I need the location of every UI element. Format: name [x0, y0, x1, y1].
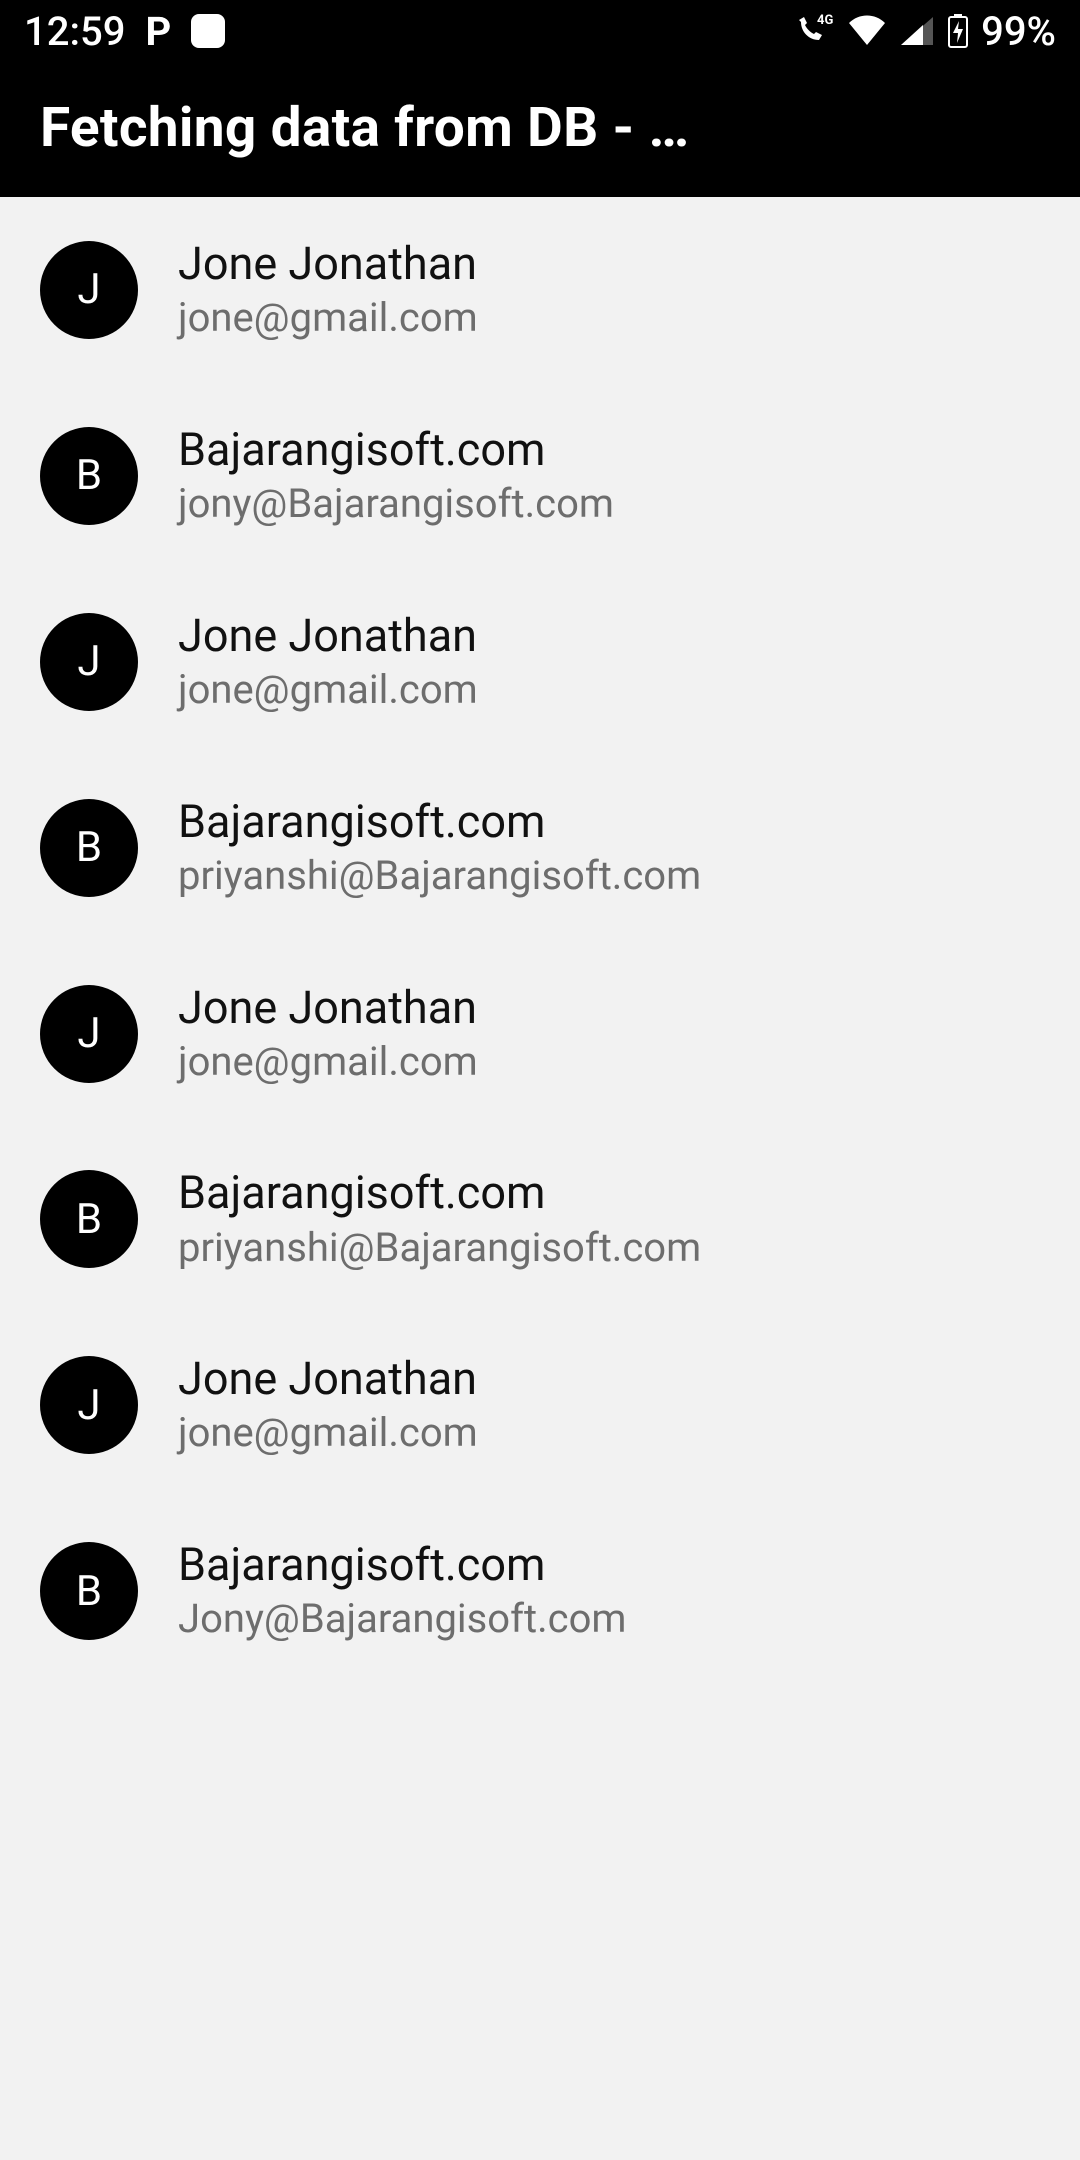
battery-percentage: 99%: [981, 8, 1056, 55]
list-item[interactable]: J Jone Jonathanjone@gmail.com: [0, 569, 1080, 755]
contact-email: jone@gmail.com: [178, 294, 478, 343]
avatar: B: [40, 1170, 138, 1268]
contact-name: Jone Jonathan: [178, 1352, 478, 1405]
list-item-text: Bajarangisoft.comJony@Bajarangisoft.com: [178, 1538, 626, 1644]
list-item-text: Bajarangisoft.compriyanshi@Bajarangisoft…: [178, 795, 701, 901]
contact-name: Bajarangisoft.com: [178, 423, 614, 476]
svg-text:4G: 4G: [817, 14, 833, 28]
list-item-text: Jone Jonathanjone@gmail.com: [178, 981, 478, 1087]
battery-charging-icon: [947, 13, 969, 49]
app-bar: Fetching data from DB - …: [0, 62, 1080, 197]
contact-name: Bajarangisoft.com: [178, 1538, 626, 1591]
cellular-signal-icon: [899, 15, 935, 47]
avatar: J: [40, 241, 138, 339]
contact-email: jone@gmail.com: [178, 666, 478, 715]
contact-email: priyanshi@Bajarangisoft.com: [178, 1224, 701, 1273]
contact-email: jony@Bajarangisoft.com: [178, 480, 614, 529]
list-item[interactable]: B Bajarangisoft.com priyanshi@Bajarangisof…: [0, 1126, 1080, 1312]
status-time: 12:59: [24, 8, 125, 55]
list-item-text: Jone Jonathanjone@gmail.com: [178, 1352, 478, 1458]
contact-list[interactable]: JJone Jonathanjone@gmail.comBBajarangiso…: [0, 197, 1080, 1684]
contact-name: Jone Jonathan: [178, 609, 478, 662]
contact-email: jone@gmail.com: [178, 1409, 478, 1458]
contact-name: Jone Jonathan: [178, 981, 478, 1034]
status-left: 12:59 P: [24, 8, 225, 55]
avatar: J: [40, 613, 138, 711]
contact-name: Jone Jonathan: [178, 237, 478, 290]
wifi-icon: [847, 15, 887, 47]
contact-name: Bajarangisoft.com: [178, 1166, 701, 1219]
contact-email: priyanshi@Bajarangisoft.com: [178, 852, 701, 901]
status-right: 4G 99%: [795, 8, 1056, 55]
avatar: B: [40, 1542, 138, 1640]
status-bar: 12:59 P 4G 99%: [0, 0, 1080, 62]
list-item[interactable]: J Jone Jonathanjone@gmail.com: [0, 941, 1080, 1127]
avatar: J: [40, 985, 138, 1083]
app-notification-icon: [191, 14, 225, 48]
list-item[interactable]: J Jone Jonathanjone@gmail.com: [0, 1312, 1080, 1498]
avatar: B: [40, 427, 138, 525]
list-item-text: Bajarangisoft.comjony@Bajarangisoft.com: [178, 423, 614, 529]
contact-email: Jony@Bajarangisoft.com: [178, 1595, 626, 1644]
call-4g-icon: 4G: [795, 14, 835, 48]
contact-email: jone@gmail.com: [178, 1038, 478, 1087]
list-item[interactable]: J Jone Jonathanjone@gmail.com: [0, 197, 1080, 383]
list-item[interactable]: B Bajarangisoft.comJony@Bajarangisoft.com: [0, 1498, 1080, 1684]
list-item-text: Jone Jonathanjone@gmail.com: [178, 237, 478, 343]
list-item-text: Bajarangisoft.com priyanshi@Bajarangisoft…: [178, 1166, 701, 1272]
list-item[interactable]: B Bajarangisoft.comjony@Bajarangisoft.com: [0, 383, 1080, 569]
list-item-text: Jone Jonathanjone@gmail.com: [178, 609, 478, 715]
avatar: B: [40, 799, 138, 897]
app-notification-icon: P: [145, 8, 171, 55]
page-title: Fetching data from DB - …: [40, 96, 689, 160]
list-item[interactable]: B Bajarangisoft.compriyanshi@Bajarangisof…: [0, 755, 1080, 941]
contact-name: Bajarangisoft.com: [178, 795, 701, 848]
avatar: J: [40, 1356, 138, 1454]
